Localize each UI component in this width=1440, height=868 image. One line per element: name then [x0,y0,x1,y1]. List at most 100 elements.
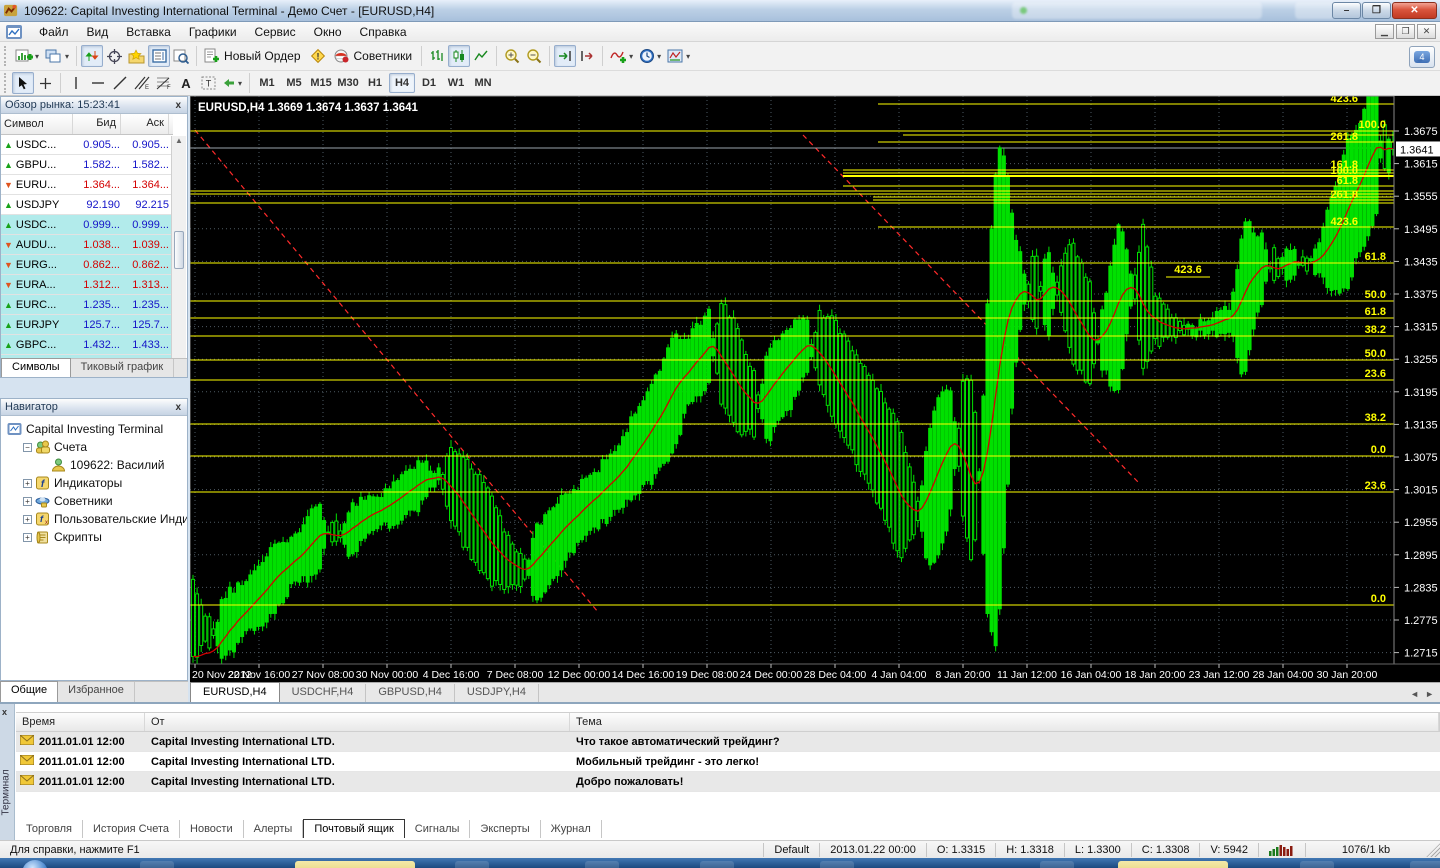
market-watch-header[interactable]: Обзор рынка: 15:23:41 x [1,97,187,114]
terminal-tab-Торговля[interactable]: Торговля [16,820,83,838]
nav-item-Скрипты[interactable]: + Скрипты [3,528,185,546]
crosshair-target-button[interactable] [103,45,125,67]
nav-item-Пользовательские-Инди[interactable]: + f x Пользовательские Инди [3,510,187,528]
terminal-close-icon[interactable]: x [2,707,7,717]
new-order-button[interactable]: Новый Ордер [201,45,305,67]
symbol-row-EURU...[interactable]: ▼ EURU... 1.364... 1.364... [1,175,173,195]
templates-button[interactable]: ▾ [664,45,693,67]
market-watch-close-icon[interactable]: x [173,100,183,111]
tick-chart-button[interactable] [81,45,104,67]
symbol-row-USDC...[interactable]: ▲ USDC... 0.905... 0.905... [1,135,173,155]
navigator-tab-Избранное[interactable]: Избранное [58,682,135,702]
taskbar-app-3[interactable] [455,861,489,868]
expand-plus-icon[interactable]: + [23,478,32,488]
window-minimize-button[interactable]: – [1332,2,1361,19]
symbol-row-USDC...[interactable]: ▲ USDC... 0.999... 0.999... [1,215,173,235]
menu-Вставка[interactable]: Вставка [117,23,180,41]
mail-row[interactable]: 2011.01.01 12:00 Capital Investing Intern… [16,752,1440,772]
timeframe-M15[interactable]: M15 [308,73,334,93]
terminal-tab-История Счета[interactable]: История Счета [83,820,181,838]
text-tool-button[interactable]: A [175,72,197,94]
periods-button[interactable]: ▾ [636,45,664,67]
mail-row[interactable]: 2011.01.01 12:00 Capital Investing Intern… [16,732,1440,752]
timeframe-H4[interactable]: H4 [389,73,416,93]
market-watch-tab-Символы[interactable]: Символы [1,358,71,377]
nav-item-Счета[interactable]: − Счета [3,438,185,456]
menu-Сервис[interactable]: Сервис [246,23,305,41]
terminal-column-От[interactable]: От [145,713,570,731]
timeframe-M1[interactable]: M1 [254,73,280,93]
channel-tool-button[interactable]: E [131,72,153,94]
new-chart-button[interactable]: ▾ [12,45,42,67]
start-orb-icon[interactable] [22,860,48,868]
timeframe-D1[interactable]: D1 [416,73,442,93]
text-label-tool-button[interactable]: T [197,72,219,94]
resize-grip[interactable] [1426,842,1440,857]
nav-item-Советники[interactable]: + Советники [3,492,185,510]
chart-tab-EURUSD,H4[interactable]: EURUSD,H4 [190,682,280,702]
symbol-row-EURC...[interactable]: ▲ EURC... 1.235... 1.235... [1,295,173,315]
indicators-button[interactable]: ▾ [607,45,636,67]
timeframe-W1[interactable]: W1 [443,73,469,93]
timeframe-MN[interactable]: MN [470,73,496,93]
market-watch-tab-Тиковый график[interactable]: Тиковый график [71,359,175,377]
scrollbar-thumb[interactable] [174,231,184,269]
crosshair-tool-button[interactable] [34,72,56,94]
auto-scroll-button[interactable] [554,45,577,67]
chart-window[interactable]: 100.0 61.8 50.0 61.8 38.2 50.0 23.6 38.2 0.0 23.6… [190,96,1440,682]
window-close-button[interactable]: ✕ [1392,2,1437,19]
chart-tab-USDJPY,H4[interactable]: USDJPY,H4 [455,684,539,702]
mail-row[interactable]: 2011.01.01 12:00 Capital Investing Intern… [16,772,1440,792]
vertical-line-tool-button[interactable] [65,72,87,94]
terminal-column-Тема[interactable]: Тема [570,713,1439,731]
data-window-button[interactable] [170,45,192,67]
navigator-close-icon[interactable]: x [173,402,183,413]
trendline-tool-button[interactable] [109,72,131,94]
windows-taskbar[interactable] [0,858,1440,868]
taskbar-app-8[interactable] [1118,861,1228,868]
taskbar-app-2[interactable] [295,861,415,868]
market-watch-toggle-button[interactable] [148,45,171,67]
symbol-row-EURG...[interactable]: ▼ EURG... 0.862... 0.862... [1,255,173,275]
market-watch-scrollbar[interactable]: ▲▼ [171,136,186,376]
menu-Графики[interactable]: Графики [180,23,246,41]
terminal-tab-Новости[interactable]: Новости [180,820,244,838]
terminal-tab-Эксперты[interactable]: Эксперты [470,820,541,838]
terminal-column-Время[interactable]: Время [16,713,145,731]
menu-Вид[interactable]: Вид [78,23,118,41]
taskbar-app-4[interactable] [585,861,619,868]
alert-warning-icon[interactable]: ! [306,45,330,67]
taskbar-app-9[interactable] [1300,861,1334,868]
symbol-row-EURJPY[interactable]: ▲ EURJPY 125.7... 125.7... [1,315,173,335]
cursor-tool-button[interactable] [12,72,34,94]
line-chart-type-button[interactable] [470,45,492,67]
child-restore-button[interactable]: ❐ [1396,24,1415,39]
terminal-tab-Алерты[interactable]: Алерты [244,820,304,838]
child-minimize-button[interactable]: ▁ [1375,24,1394,39]
status-profile[interactable]: Default [764,842,821,857]
bar-chart-type-button[interactable] [426,45,448,67]
favorites-button[interactable] [125,45,148,67]
column-header-Аск[interactable]: Аск [121,114,169,134]
collapse-minus-icon[interactable]: − [23,442,32,452]
menu-Справка[interactable]: Справка [351,23,416,41]
taskbar-app-6[interactable] [820,861,854,868]
symbol-row-AUDU...[interactable]: ▼ AUDU... 1.038... 1.039... [1,235,173,255]
horizontal-line-tool-button[interactable] [87,72,109,94]
chart-tab-USDCHF,H4[interactable]: USDCHF,H4 [280,684,367,702]
arrow-shapes-button[interactable]: ▾ [219,72,245,94]
zoom-out-button[interactable] [523,45,545,67]
navigator-tab-Общие[interactable]: Общие [0,681,59,702]
terminal-tab-Журнал[interactable]: Журнал [541,820,602,838]
taskbar-app-10[interactable] [1410,861,1440,868]
expand-plus-icon[interactable]: + [23,496,32,506]
chart-tab-scroll-arrows[interactable]: ◄ ► [1410,689,1434,699]
expand-plus-icon[interactable]: + [23,514,32,524]
expand-plus-icon[interactable]: + [23,532,32,542]
zoom-in-button[interactable] [501,45,523,67]
fibonacci-tool-button[interactable]: F [153,72,175,94]
candlestick-chart-type-button[interactable] [448,45,471,67]
symbol-row-EURA...[interactable]: ▼ EURA... 1.312... 1.313... [1,275,173,295]
column-header-Символ[interactable]: Символ [1,114,73,134]
window-maximize-button[interactable]: ❐ [1362,2,1391,19]
